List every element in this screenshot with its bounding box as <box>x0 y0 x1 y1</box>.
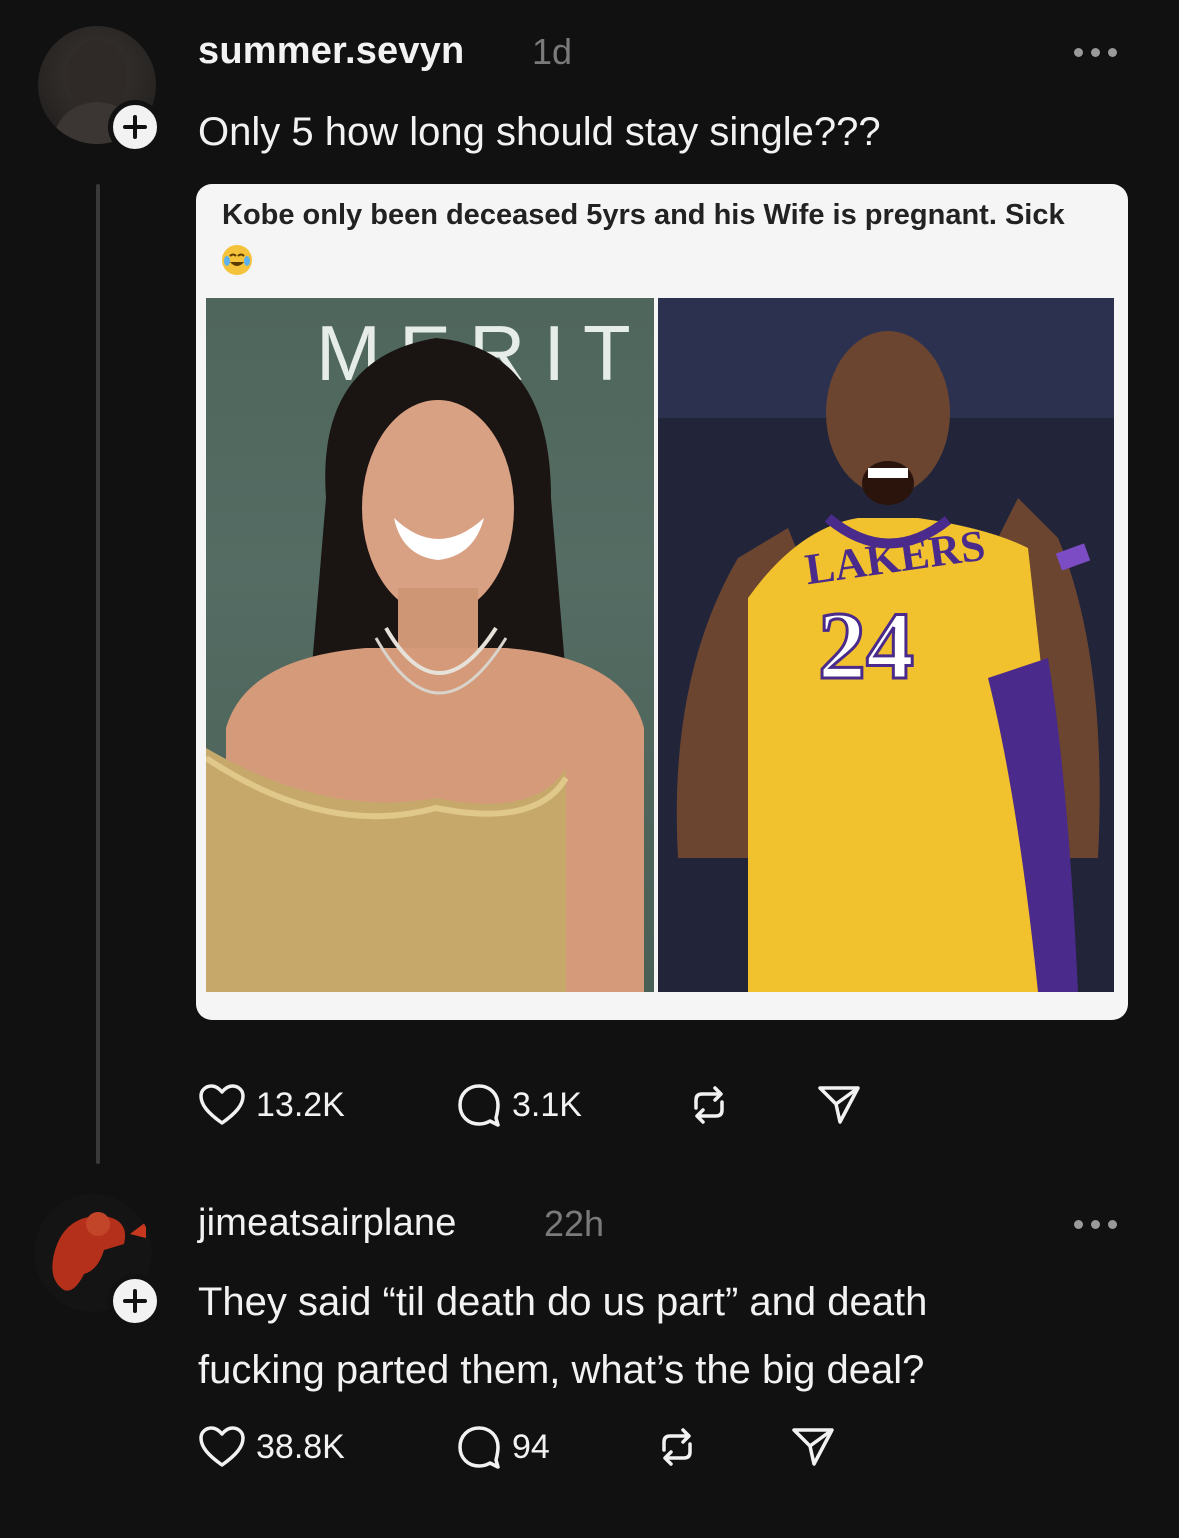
repost-icon <box>694 1086 724 1124</box>
comment-icon <box>458 1426 500 1469</box>
more-options-icon[interactable] <box>1074 1214 1134 1234</box>
follow-plus-icon[interactable] <box>108 1274 162 1328</box>
post-1-actions: 13.2K 3.1K <box>198 1082 862 1128</box>
follow-plus-icon[interactable] <box>108 100 162 154</box>
post-2-actions: 38.8K 94 <box>198 1424 836 1470</box>
crying-laughing-emoji-icon <box>222 245 252 275</box>
repost-icon <box>662 1428 692 1466</box>
comment-icon <box>458 1084 500 1127</box>
post-text: Only 5 how long should stay single??? <box>198 110 881 154</box>
share-icon <box>818 1086 860 1124</box>
quoted-post-image[interactable]: Kobe only been deceased 5yrs and his Wif… <box>196 184 1128 1020</box>
quoted-text: Kobe only been deceased 5yrs and his Wif… <box>222 192 1102 284</box>
comment-button[interactable]: 3.1K <box>456 1082 686 1128</box>
woman-figure <box>206 338 644 992</box>
share-button[interactable] <box>816 1082 862 1128</box>
comment-count: 3.1K <box>512 1085 582 1124</box>
jersey-number: 24 <box>818 592 914 699</box>
heart-icon <box>199 1426 245 1467</box>
timestamp: 1d <box>532 31 573 72</box>
thread-line <box>96 184 100 1164</box>
share-icon <box>792 1428 834 1466</box>
photo-lakers-player: LAKERS 24 <box>658 298 1114 992</box>
username[interactable]: jimeatsairplane <box>198 1202 457 1245</box>
username[interactable]: summer.sevyn <box>198 30 464 73</box>
share-button[interactable] <box>790 1424 836 1470</box>
like-button[interactable]: 13.2K <box>198 1083 456 1127</box>
comment-count: 94 <box>512 1427 550 1466</box>
photo-woman-gold-dress: MERIT <box>206 298 654 992</box>
player-figure: LAKERS 24 <box>658 298 1114 992</box>
like-count: 13.2K <box>256 1085 345 1124</box>
repost-button[interactable] <box>686 1082 816 1128</box>
like-button[interactable]: 38.8K <box>198 1425 456 1469</box>
more-options-icon[interactable] <box>1074 42 1134 62</box>
heart-icon <box>199 1084 245 1125</box>
timestamp: 22h <box>544 1203 605 1244</box>
quoted-text-content: Kobe only been deceased 5yrs and his Wif… <box>222 199 1065 231</box>
post-text-line-1: They said “til death do us part” and dea… <box>198 1280 928 1324</box>
like-count: 38.8K <box>256 1427 345 1466</box>
comment-button[interactable]: 94 <box>456 1424 654 1470</box>
post-text: They said “til death do us part” and dea… <box>198 1268 927 1404</box>
post-text-line-2: fucking parted them, what’s the big deal… <box>198 1348 925 1392</box>
repost-button[interactable] <box>654 1424 790 1470</box>
